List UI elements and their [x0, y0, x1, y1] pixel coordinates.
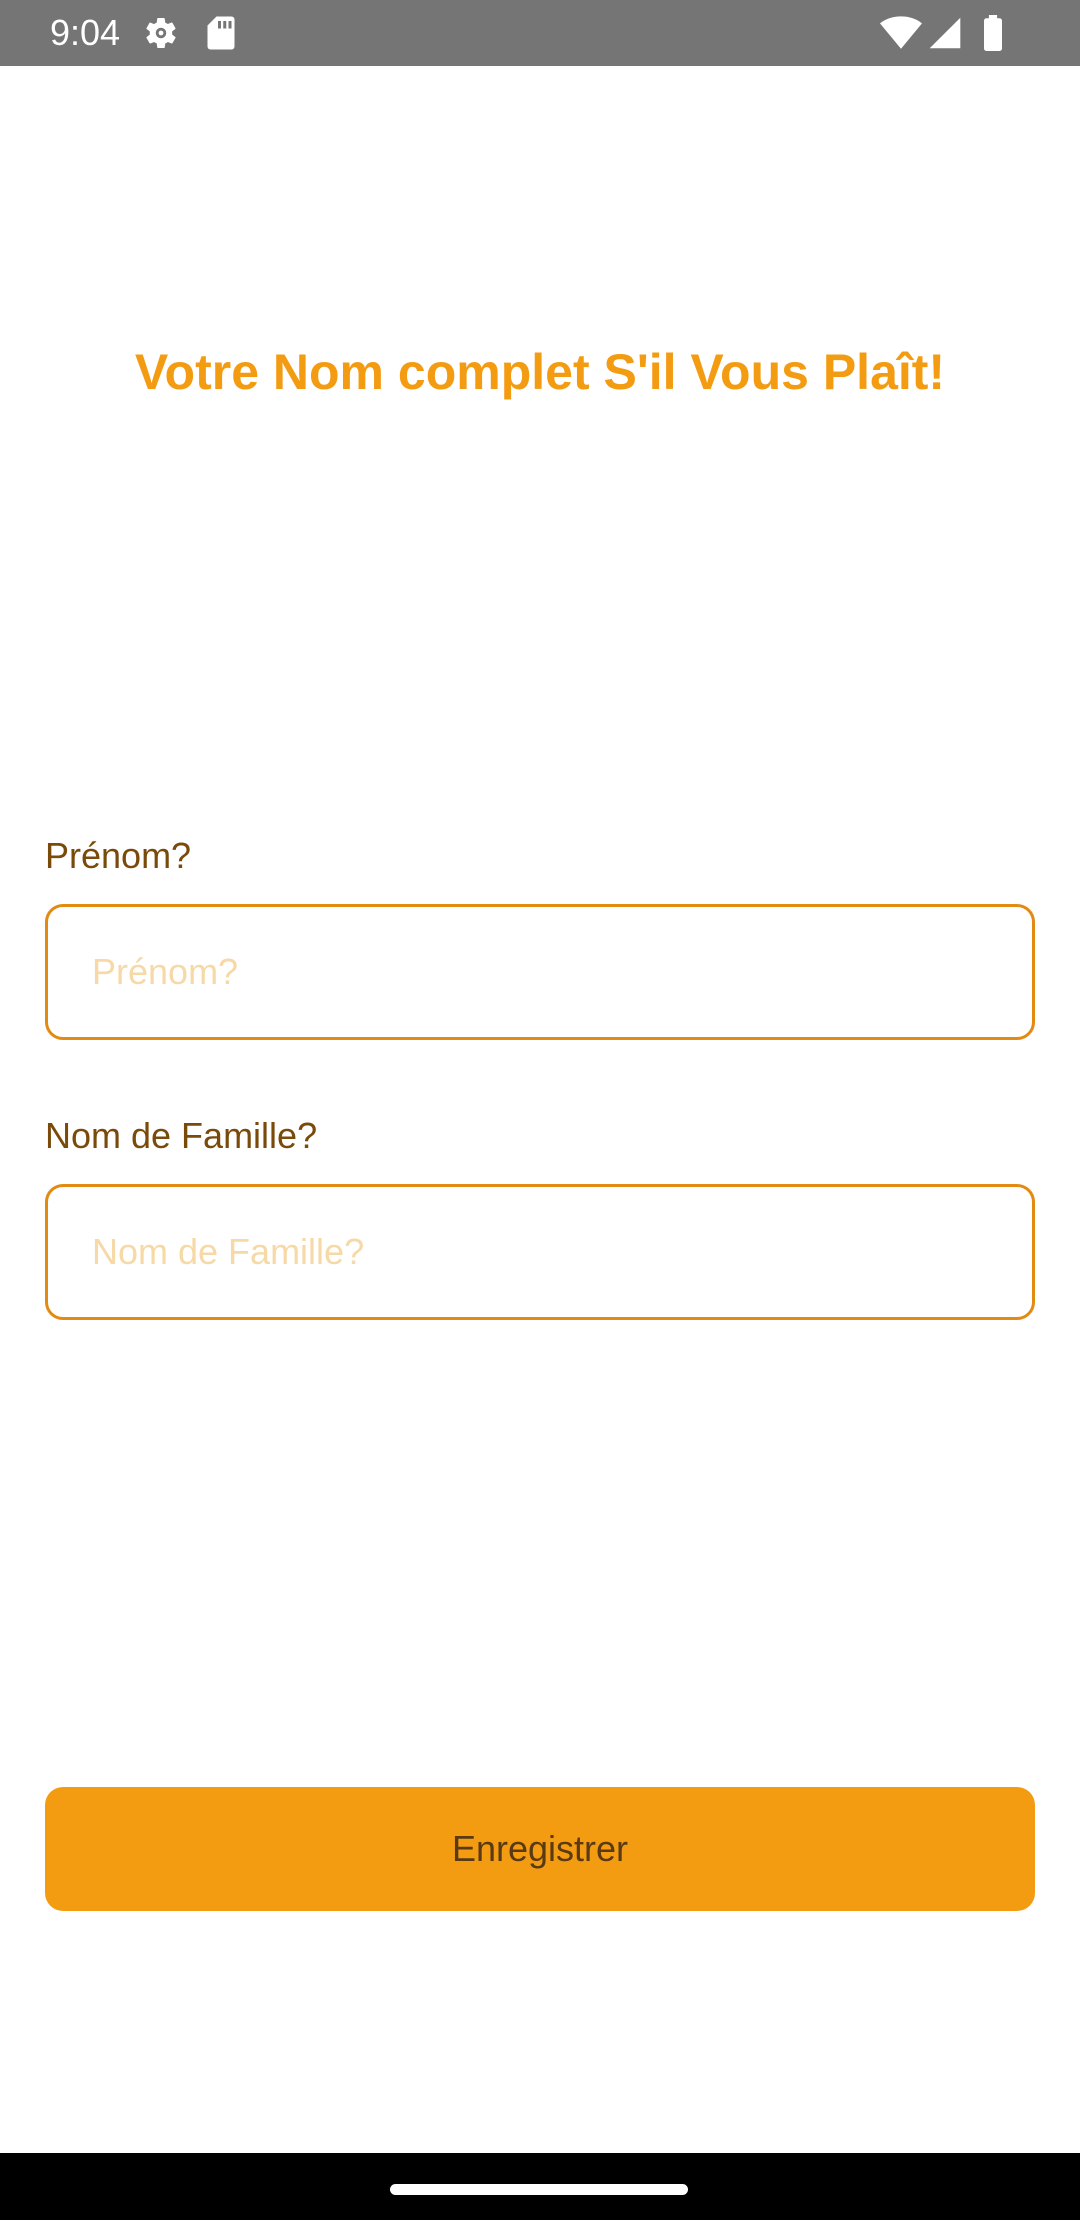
signal-icon — [929, 17, 961, 49]
last-name-label: Nom de Famille? — [45, 1115, 318, 1156]
gear-icon — [146, 18, 176, 49]
sd-card-icon — [207, 16, 235, 50]
home-gesture-handle[interactable] — [390, 2184, 688, 2195]
last-name-input[interactable] — [45, 1184, 1035, 1320]
page-title: Votre Nom complet S'il Vous Plaît! — [134, 344, 946, 400]
save-button[interactable]: Enregistrer — [45, 1787, 1035, 1911]
first-name-label: Prénom? — [45, 835, 192, 876]
status-bar: 9:04 — [0, 0, 1080, 66]
first-name-input[interactable] — [45, 904, 1035, 1040]
battery-icon — [984, 15, 1002, 51]
status-time: 9:04 — [50, 12, 121, 53]
wifi-icon — [880, 16, 922, 49]
